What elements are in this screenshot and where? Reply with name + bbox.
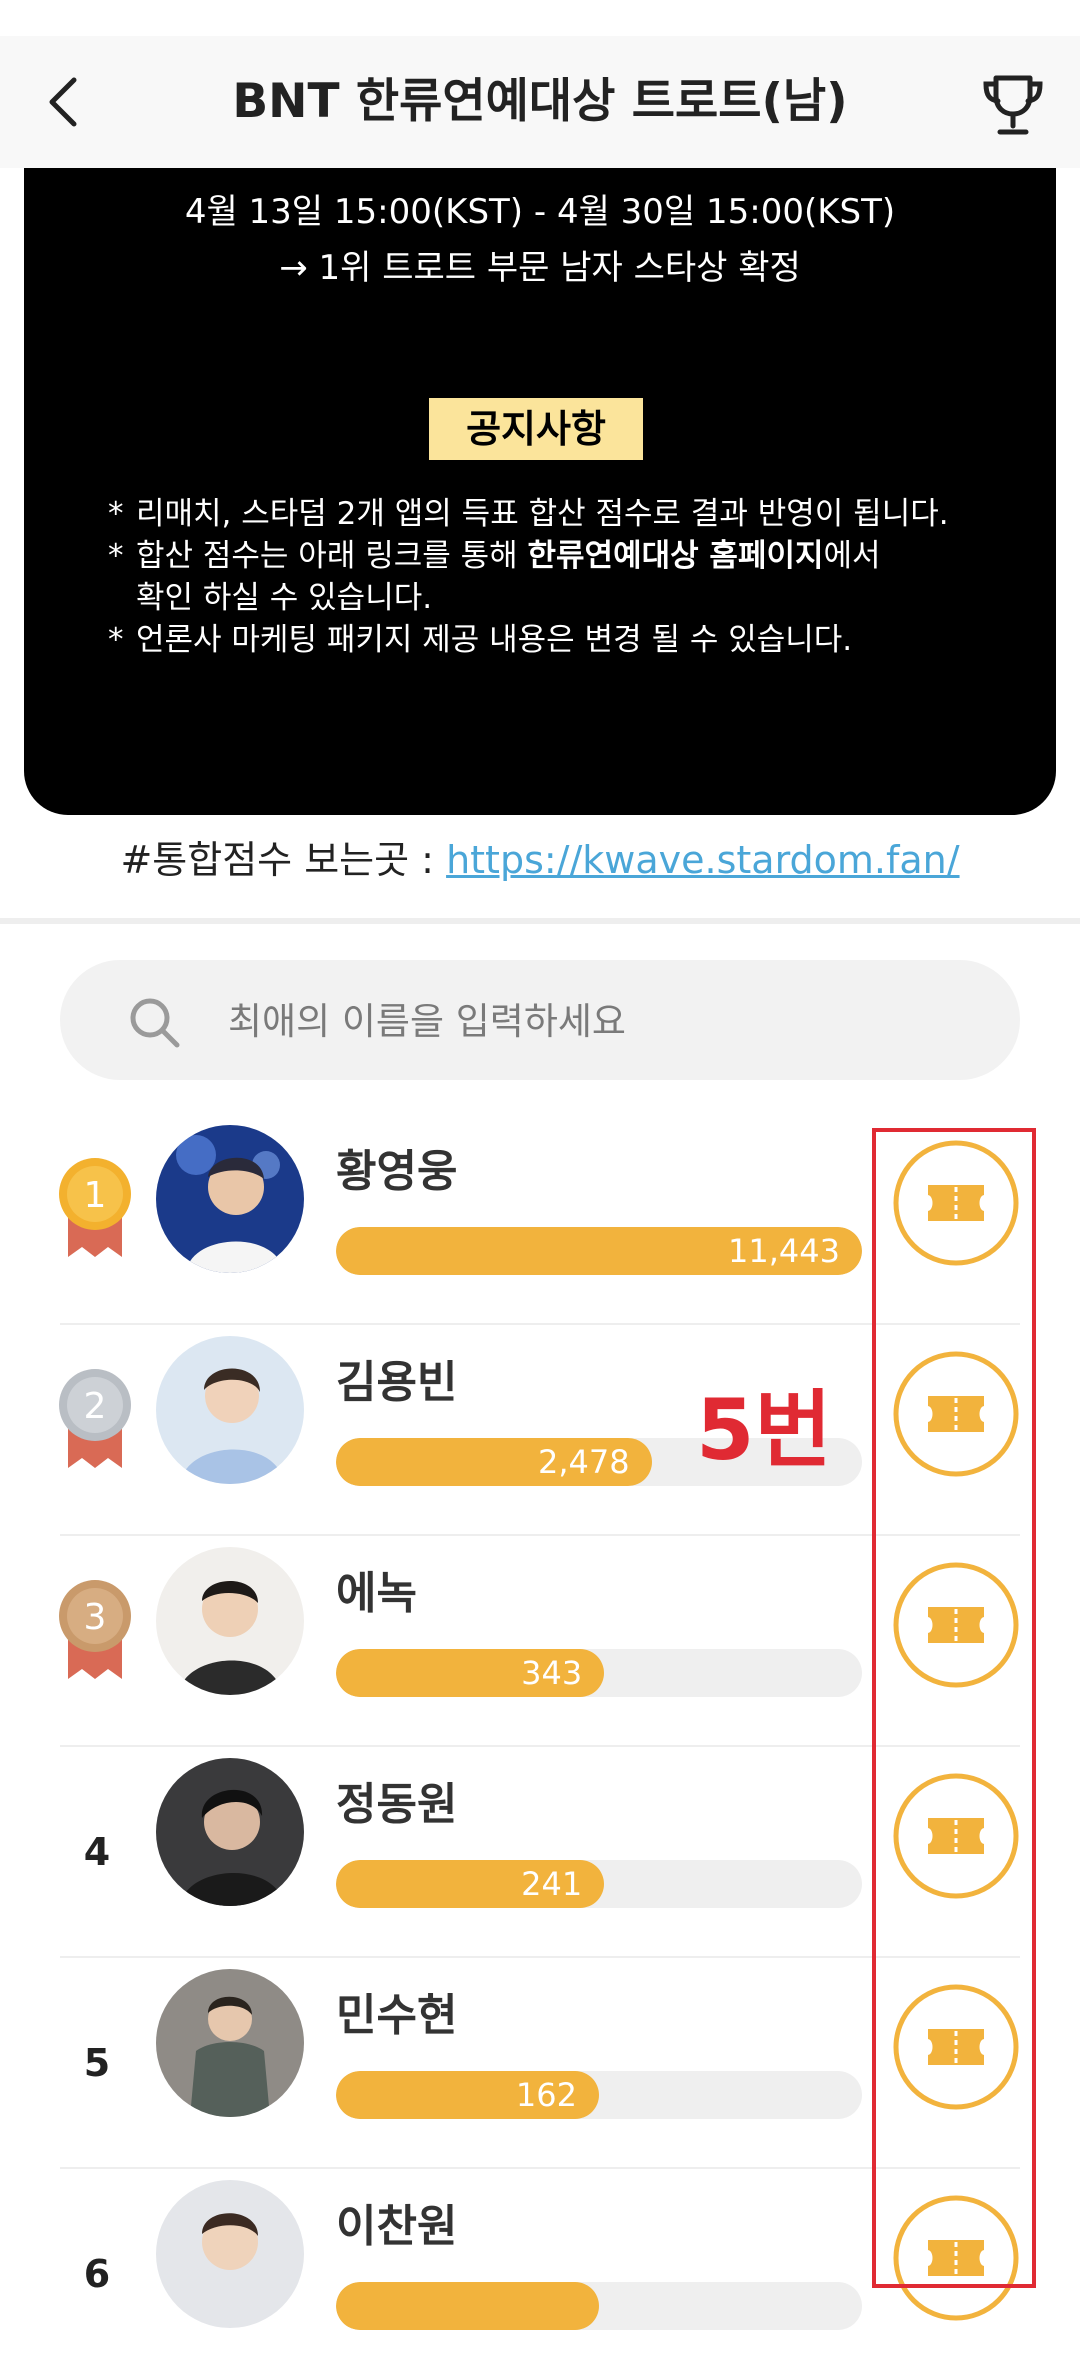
- score-link-row: #통합점수 보는곳 : https://kwave.stardom.fan/: [0, 830, 1080, 890]
- annotation-label: 5번: [696, 1381, 832, 1479]
- chevron-left-icon: [49, 77, 77, 127]
- vote-bar: 343: [336, 1649, 862, 1697]
- vote-count: 162: [515, 2076, 577, 2114]
- vote-bar-fill: 343: [336, 1649, 605, 1697]
- artist-name: 정동원: [336, 1779, 458, 1830]
- back-button[interactable]: [36, 70, 100, 134]
- avatar: [156, 2180, 304, 2328]
- vote-bar-fill: 162: [336, 2071, 599, 2119]
- event-banner: 4월 13일 15:00(KST) - 4월 30일 15:00(KST) → …: [24, 168, 1056, 815]
- section-divider: [0, 918, 1080, 924]
- score-link-label: #통합점수 보는곳 :: [120, 838, 447, 882]
- gold-medal-icon: 1: [59, 1158, 131, 1257]
- score-link[interactable]: https://kwave.stardom.fan/: [446, 838, 959, 882]
- page-title: BNT 한류연예대상 트로트(남): [232, 74, 848, 129]
- search-input[interactable]: [226, 960, 990, 1082]
- avatar: [156, 1547, 304, 1695]
- rank-number: 4: [83, 1830, 111, 1874]
- notice-title: 공지사항: [429, 398, 643, 460]
- notice-item: * 합산 점수는 아래 링크를 통해 한류연예대상 홈페이지에서: [108, 538, 881, 574]
- prize-text: → 1위 트로트 부문 남자 스타상 확정: [279, 248, 801, 288]
- medal-rank-label: 1: [84, 1175, 107, 1216]
- top-app-bar: BNT 한류연예대상 트로트(남): [0, 36, 1080, 168]
- trophy-icon: [983, 75, 1043, 135]
- rank-number: 5: [83, 2041, 111, 2085]
- vote-count: 11,443: [728, 1232, 840, 1270]
- artist-name: 황영웅: [336, 1146, 458, 1197]
- avatar: [156, 1969, 304, 2117]
- status-bar-area: [0, 0, 1080, 36]
- notice-bold-text: 한류연예대상 홈페이지: [527, 538, 824, 574]
- artist-name: 에녹: [336, 1568, 417, 1619]
- vote-count: 241: [521, 1865, 583, 1903]
- artist-name: 이찬원: [336, 2201, 458, 2252]
- artist-name: 민수현: [336, 1990, 458, 2041]
- notice-item: * 언론사 마케팅 패키지 제공 내용은 변경 될 수 있습니다.: [108, 622, 853, 658]
- avatar: [156, 1336, 304, 1484]
- bronze-medal-icon: 3: [59, 1580, 131, 1679]
- trophy-button[interactable]: [978, 70, 1048, 140]
- vote-bar: [336, 2282, 862, 2330]
- vote-count: 343: [521, 1654, 583, 1692]
- vote-bar: 162: [336, 2071, 862, 2119]
- silver-medal-icon: 2: [59, 1369, 131, 1468]
- artist-name: 김용빈: [336, 1357, 458, 1408]
- vote-bar-fill: [336, 2282, 599, 2330]
- medal-rank-label: 2: [84, 1386, 107, 1427]
- avatar: [156, 1125, 304, 1273]
- vote-bar: 241: [336, 1860, 862, 1908]
- annotation-highlight-box: [872, 1128, 1036, 2288]
- vote-bar-fill: 2,478: [336, 1438, 652, 1486]
- notice-item: * 리매치, 스타덤 2개 앱의 득표 합산 점수로 결과 반영이 됩니다.: [108, 496, 949, 532]
- vote-bar-fill: 11,443: [336, 1227, 862, 1275]
- notice-item-continued: 확인 하실 수 있습니다.: [136, 580, 433, 616]
- vote-bar: 11,443: [336, 1227, 862, 1275]
- search-bar[interactable]: [60, 960, 1020, 1082]
- rank-number: 6: [83, 2252, 111, 2296]
- notice-list: * 리매치, 스타덤 2개 앱의 득표 합산 점수로 결과 반영이 됩니다. * 합…: [108, 493, 1038, 661]
- search-icon: [130, 998, 180, 1048]
- medal-rank-label: 3: [84, 1597, 107, 1638]
- vote-period: 4월 13일 15:00(KST) - 4월 30일 15:00(KST): [184, 192, 896, 232]
- vote-count: 2,478: [537, 1443, 630, 1481]
- avatar: [156, 1758, 304, 1906]
- vote-bar-fill: 241: [336, 1860, 605, 1908]
